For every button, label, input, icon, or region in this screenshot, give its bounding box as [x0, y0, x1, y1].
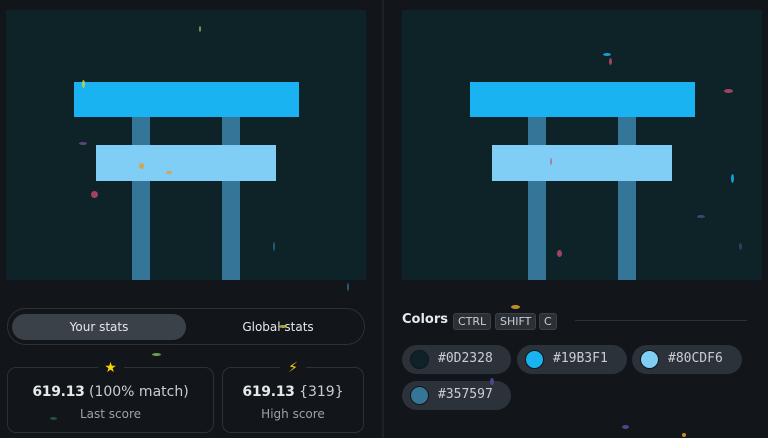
- last-score-match: (100% match): [89, 384, 189, 400]
- confetti-piece: [82, 80, 85, 88]
- colors-heading: Colors: [402, 312, 449, 327]
- color-chip[interactable]: #80CDF6: [632, 345, 742, 374]
- color-swatch: [410, 350, 429, 369]
- panel-divider: [382, 0, 384, 438]
- last-score-label: Last score: [79, 407, 142, 421]
- confetti-piece: [139, 163, 144, 169]
- color-swatch: [525, 350, 544, 369]
- confetti-piece: [603, 53, 611, 56]
- middle-bar: [96, 145, 276, 181]
- color-hex: #19B3F1: [553, 351, 608, 366]
- user-canvas[interactable]: [6, 10, 366, 280]
- right-pillar: [222, 115, 240, 280]
- confetti-piece: [91, 191, 98, 198]
- color-chip[interactable]: #0D2328: [402, 345, 511, 374]
- last-score-value: 619.13 (100% match): [8, 384, 213, 400]
- color-swatch: [640, 350, 659, 369]
- left-pillar: [528, 115, 546, 280]
- last-score-card: ★ 619.13 (100% match) Last score: [7, 359, 214, 433]
- star-icon: ★: [97, 359, 124, 377]
- shortcut-key-ctrl: CTRL: [453, 313, 492, 330]
- confetti-piece: [511, 305, 520, 309]
- color-hex: #0D2328: [438, 351, 493, 366]
- confetti-piece: [347, 283, 349, 291]
- confetti-piece: [682, 433, 686, 437]
- left-pillar: [132, 115, 150, 280]
- shortcut-key-shift: SHIFT: [495, 313, 537, 330]
- stats-tab-group: Your stats Global stats: [7, 308, 365, 345]
- lightning-icon: ⚡: [280, 359, 306, 377]
- color-hex: #357597: [438, 387, 493, 402]
- confetti-piece: [79, 142, 87, 145]
- confetti-piece: [609, 58, 612, 65]
- confetti-piece: [50, 417, 57, 420]
- color-chip[interactable]: #357597: [402, 381, 511, 410]
- confetti-piece: [550, 158, 552, 165]
- confetti-piece: [731, 174, 734, 183]
- confetti-piece: [166, 171, 172, 174]
- color-swatch: [410, 386, 429, 405]
- top-bar: [470, 82, 695, 117]
- high-score-attempts: {319}: [299, 384, 344, 400]
- confetti-piece: [724, 89, 733, 93]
- color-chip[interactable]: #19B3F1: [517, 345, 627, 374]
- confetti-piece: [557, 250, 562, 257]
- app-root: Your stats Global stats ★ 619.13 (100% m…: [0, 0, 768, 438]
- confetti-piece: [490, 378, 494, 385]
- confetti-piece: [199, 26, 201, 32]
- last-score-number: 619.13: [32, 384, 85, 400]
- confetti-piece: [152, 353, 161, 356]
- high-score-card: ⚡ 619.13 {319} High score: [222, 359, 364, 433]
- high-score-value: 619.13 {319}: [223, 384, 363, 400]
- high-score-label: High score: [261, 407, 325, 421]
- top-bar: [74, 82, 299, 117]
- shortcut-key-c: C: [539, 313, 557, 330]
- middle-bar: [492, 145, 672, 181]
- right-pillar: [618, 115, 636, 280]
- high-score-number: 619.13: [242, 384, 295, 400]
- colors-divider: [575, 320, 747, 321]
- color-hex: #80CDF6: [668, 351, 723, 366]
- confetti-piece: [273, 242, 275, 251]
- confetti-piece: [279, 325, 287, 328]
- confetti-piece: [622, 425, 629, 429]
- target-canvas: [402, 10, 762, 280]
- confetti-piece: [739, 243, 742, 250]
- confetti-piece: [697, 215, 705, 218]
- tab-global-stats[interactable]: Global stats: [194, 314, 362, 340]
- tab-your-stats[interactable]: Your stats: [12, 314, 186, 340]
